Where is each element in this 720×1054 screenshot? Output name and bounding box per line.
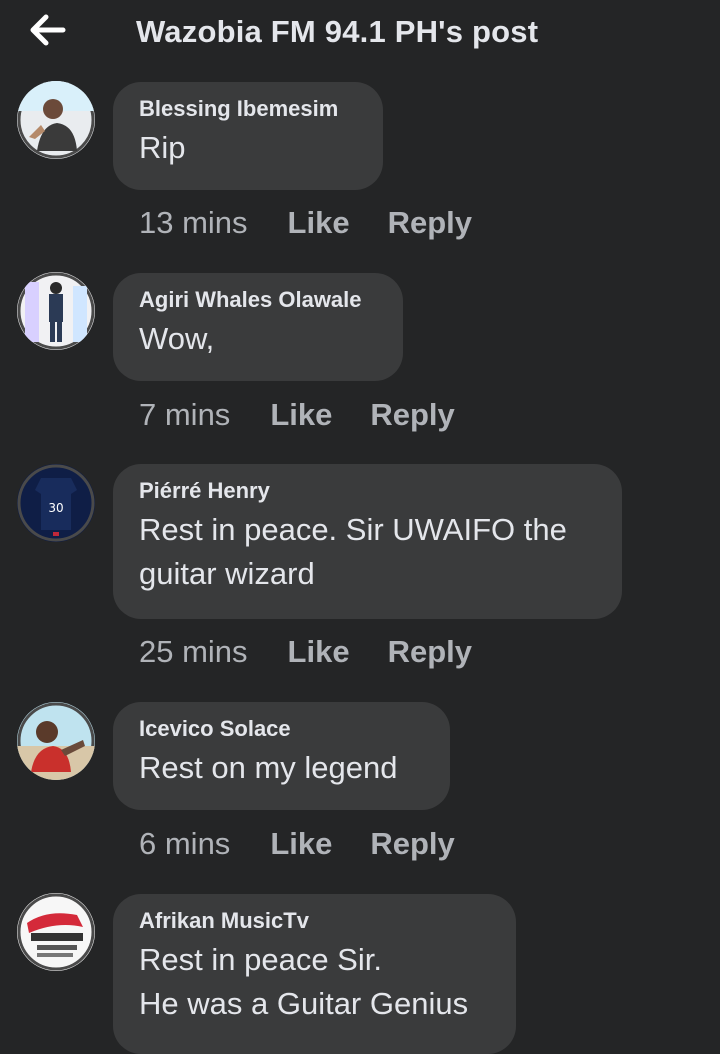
- arrow-left-icon: [30, 14, 66, 46]
- comment-author[interactable]: Icevico Solace: [139, 716, 424, 742]
- avatar[interactable]: [17, 893, 95, 971]
- comment-bubble: Afrikan MusicTv Rest in peace Sir. He wa…: [113, 894, 516, 1054]
- avatar[interactable]: [17, 702, 95, 780]
- avatar[interactable]: 30: [17, 464, 95, 542]
- comment-text: Rest in peace. Sir UWAIFO the: [139, 512, 567, 547]
- comment-text: Rest on my legend: [139, 750, 398, 785]
- comment-actions: 7 mins Like Reply: [139, 397, 455, 433]
- comment-author[interactable]: Piérré Henry: [139, 478, 596, 504]
- back-button[interactable]: [28, 12, 68, 48]
- comment-text: Rest in peace Sir.: [139, 942, 382, 977]
- comment-actions: 13 mins Like Reply: [139, 205, 472, 241]
- reply-button[interactable]: Reply: [388, 205, 472, 241]
- comment-text: Wow,: [139, 321, 215, 356]
- comment-text: guitar wizard: [139, 556, 315, 591]
- comment-author[interactable]: Afrikan MusicTv: [139, 908, 490, 934]
- comment-time: 25 mins: [139, 634, 248, 669]
- reply-button[interactable]: Reply: [370, 826, 454, 862]
- avatar[interactable]: [17, 272, 95, 350]
- page-title: Wazobia FM 94.1 PH's post: [136, 14, 539, 49]
- comment-text: Rip: [139, 130, 186, 165]
- comment-time: 6 mins: [139, 826, 231, 861]
- svg-text:30: 30: [48, 501, 63, 515]
- avatar[interactable]: [17, 81, 95, 159]
- comment-time: 7 mins: [139, 397, 231, 432]
- comment-actions: 25 mins Like Reply: [139, 634, 472, 670]
- comment-author[interactable]: Blessing Ibemesim: [139, 96, 357, 122]
- comment-author[interactable]: Agiri Whales Olawale: [139, 287, 377, 313]
- comment-bubble: Piérré Henry Rest in peace. Sir UWAIFO t…: [113, 464, 622, 619]
- reply-button[interactable]: Reply: [388, 634, 472, 670]
- like-button[interactable]: Like: [270, 397, 332, 433]
- comment-text: He was a Guitar Genius: [139, 986, 469, 1021]
- top-bar: Wazobia FM 94.1 PH's post: [0, 0, 720, 68]
- comment-time: 13 mins: [139, 205, 248, 240]
- reply-button[interactable]: Reply: [370, 397, 454, 433]
- like-button[interactable]: Like: [288, 205, 350, 241]
- comment-actions: 6 mins Like Reply: [139, 826, 455, 862]
- like-button[interactable]: Like: [288, 634, 350, 670]
- comment-bubble: Blessing Ibemesim Rip: [113, 82, 383, 190]
- like-button[interactable]: Like: [270, 826, 332, 862]
- comment-bubble: Icevico Solace Rest on my legend: [113, 702, 450, 810]
- comment-bubble: Agiri Whales Olawale Wow,: [113, 273, 403, 381]
